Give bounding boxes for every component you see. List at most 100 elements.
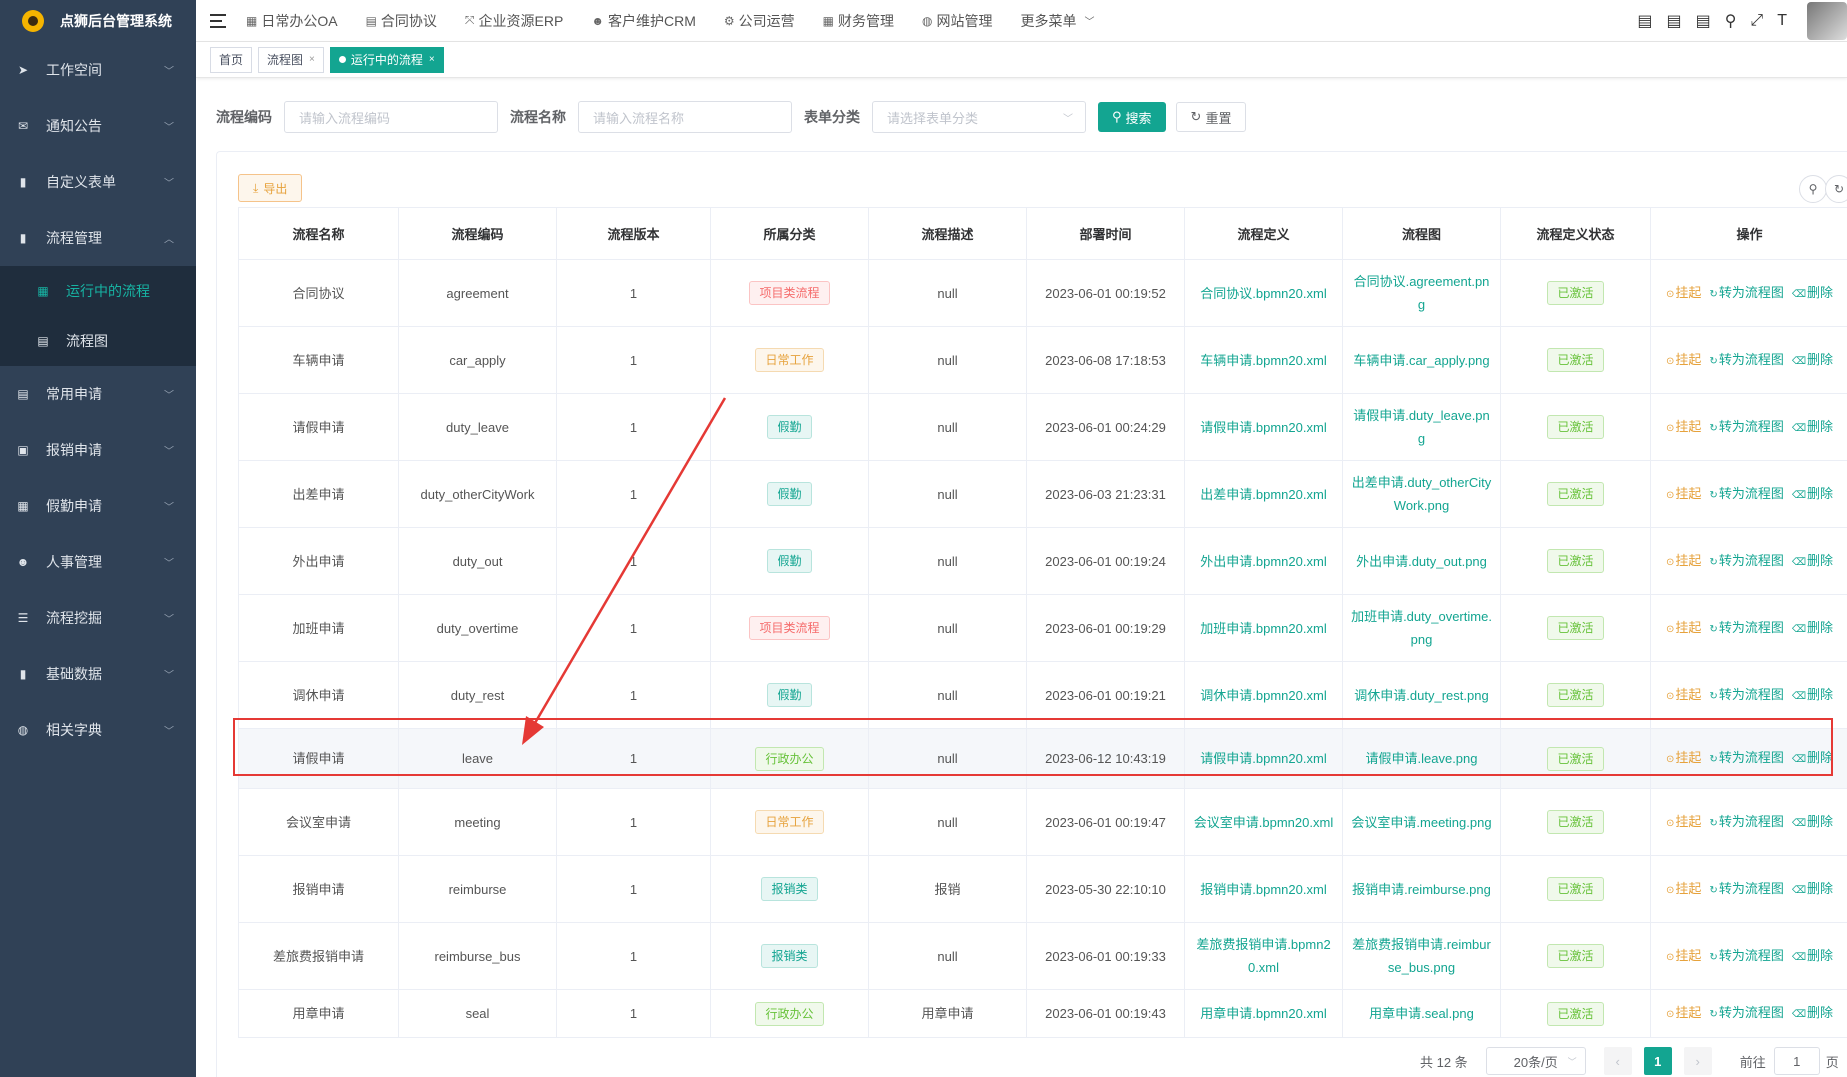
process-image-link[interactable]: 会议室申请.meeting.png bbox=[1342, 788, 1501, 856]
sidebar-item[interactable]: ▤ 常用申请 ﹀ bbox=[0, 366, 196, 422]
convert-button[interactable]: ↻转为流程图 bbox=[1709, 948, 1783, 963]
process-definition-link[interactable]: 车辆申请.bpmn20.xml bbox=[1184, 326, 1343, 394]
delete-button[interactable]: ⌫删除 bbox=[1792, 1005, 1833, 1020]
reset-button[interactable]: ↻ 重置 bbox=[1175, 102, 1247, 132]
sidebar-item[interactable]: ✉ 通知公告 ﹀ bbox=[0, 98, 196, 154]
process-definition-link[interactable]: 出差申请.bpmn20.xml bbox=[1184, 460, 1343, 528]
convert-button[interactable]: ↻转为流程图 bbox=[1709, 352, 1783, 367]
topnav-item[interactable]: ☻ 客户维护CRM bbox=[591, 11, 696, 31]
topnav-item[interactable]: ⤧ 企业资源ERP bbox=[465, 11, 563, 31]
delete-button[interactable]: ⌫删除 bbox=[1792, 553, 1833, 568]
topnav-item[interactable]: ▦ 日常办公OA bbox=[246, 11, 338, 31]
process-image-link[interactable]: 报销申请.reimburse.png bbox=[1342, 855, 1501, 923]
suspend-button[interactable]: ⊙挂起 bbox=[1666, 620, 1701, 635]
suspend-button[interactable]: ⊙挂起 bbox=[1666, 285, 1701, 300]
sidebar-item[interactable]: ☰ 流程挖掘 ﹀ bbox=[0, 590, 196, 646]
tag-item[interactable]: 运行中的流程 × bbox=[329, 46, 444, 73]
process-definition-link[interactable]: 请假申请.bpmn20.xml bbox=[1184, 728, 1343, 789]
export-button[interactable]: ⤓ 导出 bbox=[238, 174, 303, 202]
sidebar-item[interactable]: ▮ 自定义表单 ﹀ bbox=[0, 154, 196, 210]
process-image-link[interactable]: 差旅费报销申请.reimburse_bus.png bbox=[1342, 922, 1501, 990]
delete-button[interactable]: ⌫删除 bbox=[1792, 881, 1833, 896]
search-icon[interactable]: ⚲ bbox=[1725, 11, 1737, 31]
convert-button[interactable]: ↻转为流程图 bbox=[1709, 419, 1783, 434]
delete-button[interactable]: ⌫删除 bbox=[1792, 352, 1833, 367]
suspend-button[interactable]: ⊙挂起 bbox=[1666, 352, 1701, 367]
sidebar-item[interactable]: ▦ 假勤申请 ﹀ bbox=[0, 478, 196, 534]
sidebar-item[interactable]: ▦ 运行中的流程 bbox=[0, 266, 196, 316]
suspend-button[interactable]: ⊙挂起 bbox=[1666, 419, 1701, 434]
process-definition-link[interactable]: 报销申请.bpmn20.xml bbox=[1184, 855, 1343, 923]
category-select[interactable]: 请选择表单分类 ﹀ bbox=[872, 101, 1086, 133]
suspend-button[interactable]: ⊙挂起 bbox=[1666, 814, 1701, 829]
delete-button[interactable]: ⌫删除 bbox=[1792, 750, 1833, 765]
document-icon[interactable]: ▤ bbox=[1637, 11, 1652, 31]
process-image-link[interactable]: 请假申请.leave.png bbox=[1342, 728, 1501, 789]
avatar[interactable] bbox=[1807, 2, 1847, 40]
page-number[interactable]: 1 bbox=[1643, 1047, 1672, 1075]
topnav-item[interactable]: 更多菜单 ﹀ bbox=[1020, 11, 1098, 31]
convert-button[interactable]: ↻转为流程图 bbox=[1709, 814, 1783, 829]
suspend-button[interactable]: ⊙挂起 bbox=[1666, 553, 1701, 568]
process-definition-link[interactable]: 外出申请.bpmn20.xml bbox=[1184, 527, 1343, 595]
process-definition-link[interactable]: 差旅费报销申请.bpmn20.xml bbox=[1184, 922, 1343, 990]
process-image-link[interactable]: 用章申请.seal.png bbox=[1342, 989, 1501, 1038]
process-image-link[interactable]: 调休申请.duty_rest.png bbox=[1342, 661, 1501, 729]
delete-button[interactable]: ⌫删除 bbox=[1792, 814, 1833, 829]
suspend-button[interactable]: ⊙挂起 bbox=[1666, 881, 1701, 896]
name-input[interactable]: 请输入流程名称 bbox=[578, 101, 792, 133]
topnav-item[interactable]: ▤ 合同协议 bbox=[366, 11, 437, 31]
sidebar-item[interactable]: ▮ 基础数据 ﹀ bbox=[0, 646, 196, 702]
fullscreen-icon[interactable]: ⤢ bbox=[1750, 12, 1763, 30]
convert-button[interactable]: ↻转为流程图 bbox=[1709, 687, 1783, 702]
process-definition-link[interactable]: 用章申请.bpmn20.xml bbox=[1184, 989, 1343, 1038]
process-definition-link[interactable]: 合同协议.bpmn20.xml bbox=[1184, 259, 1343, 327]
convert-button[interactable]: ↻转为流程图 bbox=[1709, 750, 1783, 765]
code-input[interactable]: 请输入流程编码 bbox=[284, 101, 498, 133]
delete-button[interactable]: ⌫删除 bbox=[1792, 948, 1833, 963]
delete-button[interactable]: ⌫删除 bbox=[1792, 687, 1833, 702]
process-image-link[interactable]: 合同协议.agreement.png bbox=[1342, 259, 1501, 327]
process-image-link[interactable]: 出差申请.duty_otherCityWork.png bbox=[1342, 460, 1501, 528]
convert-button[interactable]: ↻转为流程图 bbox=[1709, 285, 1783, 300]
font-size-icon[interactable]: T bbox=[1777, 12, 1787, 30]
convert-button[interactable]: ↻转为流程图 bbox=[1709, 553, 1783, 568]
suspend-button[interactable]: ⊙挂起 bbox=[1666, 486, 1701, 501]
sidebar-item[interactable]: ☻ 人事管理 ﹀ bbox=[0, 534, 196, 590]
process-definition-link[interactable]: 加班申请.bpmn20.xml bbox=[1184, 594, 1343, 662]
goto-input[interactable]: 1 bbox=[1773, 1047, 1820, 1075]
tag-item[interactable]: 流程图 × bbox=[258, 46, 324, 73]
suspend-button[interactable]: ⊙挂起 bbox=[1666, 948, 1701, 963]
topnav-item[interactable]: ◍ 网站管理 bbox=[922, 11, 992, 31]
process-definition-link[interactable]: 调休申请.bpmn20.xml bbox=[1184, 661, 1343, 729]
delete-button[interactable]: ⌫删除 bbox=[1792, 419, 1833, 434]
sidebar-item[interactable]: ◍ 相关字典 ﹀ bbox=[0, 702, 196, 758]
close-icon[interactable]: × bbox=[429, 54, 435, 65]
topnav-item[interactable]: ▦ 财务管理 bbox=[823, 11, 894, 31]
next-page-button[interactable]: › bbox=[1683, 1047, 1712, 1075]
prev-page-button[interactable]: ‹ bbox=[1603, 1047, 1632, 1075]
sidebar-item[interactable]: ➤ 工作空间 ﹀ bbox=[0, 42, 196, 98]
page-size-select[interactable]: 20条/页 ﹀ bbox=[1485, 1047, 1586, 1075]
close-icon[interactable]: × bbox=[309, 54, 315, 65]
suspend-button[interactable]: ⊙挂起 bbox=[1666, 750, 1701, 765]
suspend-button[interactable]: ⊙挂起 bbox=[1666, 687, 1701, 702]
topnav-item[interactable]: ⚙ 公司运营 bbox=[724, 11, 795, 31]
process-image-link[interactable]: 车辆申请.car_apply.png bbox=[1342, 326, 1501, 394]
sidebar-item[interactable]: ▮ 流程管理 ︿ bbox=[0, 210, 196, 266]
document-icon[interactable]: ▤ bbox=[1696, 11, 1711, 31]
search-button[interactable]: ⚲ 搜索 bbox=[1098, 102, 1166, 132]
process-definition-link[interactable]: 请假申请.bpmn20.xml bbox=[1184, 393, 1343, 461]
document-icon[interactable]: ▤ bbox=[1666, 11, 1681, 31]
tag-item[interactable]: 首页 bbox=[210, 46, 253, 73]
delete-button[interactable]: ⌫删除 bbox=[1792, 285, 1833, 300]
process-definition-link[interactable]: 会议室申请.bpmn20.xml bbox=[1184, 788, 1343, 856]
sidebar-item[interactable]: ▤ 流程图 bbox=[0, 316, 196, 366]
delete-button[interactable]: ⌫删除 bbox=[1792, 486, 1833, 501]
suspend-button[interactable]: ⊙挂起 bbox=[1666, 1005, 1701, 1020]
sidebar-item[interactable]: ▣ 报销申请 ﹀ bbox=[0, 422, 196, 478]
process-image-link[interactable]: 请假申请.duty_leave.png bbox=[1342, 393, 1501, 461]
delete-button[interactable]: ⌫删除 bbox=[1792, 620, 1833, 635]
process-image-link[interactable]: 外出申请.duty_out.png bbox=[1342, 527, 1501, 595]
process-image-link[interactable]: 加班申请.duty_overtime.png bbox=[1342, 594, 1501, 662]
